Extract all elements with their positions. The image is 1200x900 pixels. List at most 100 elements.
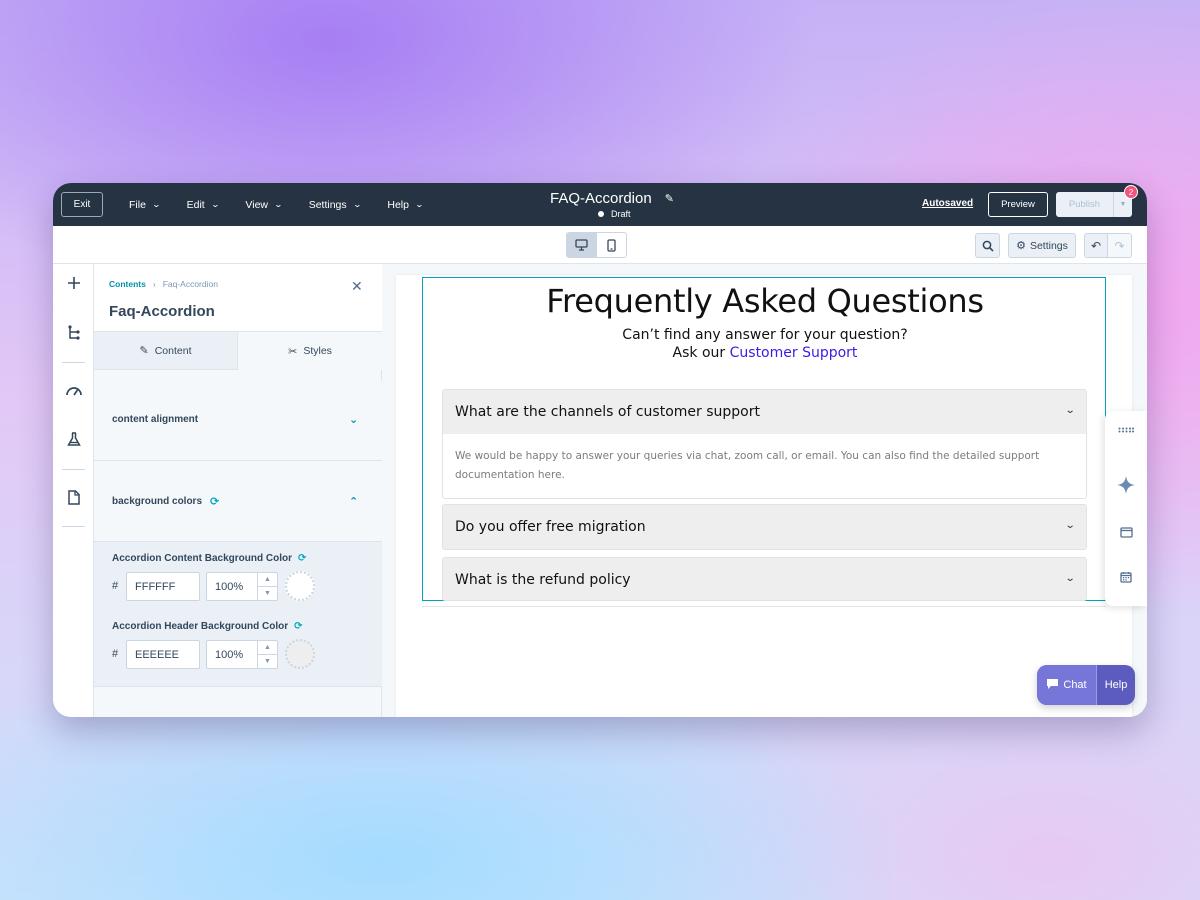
chevron-down-icon[interactable]: ▼ bbox=[258, 655, 277, 669]
preview-button[interactable]: Preview bbox=[988, 192, 1048, 217]
rail-divider bbox=[62, 362, 85, 363]
test-button[interactable] bbox=[53, 432, 94, 447]
browser-preview-button[interactable] bbox=[1105, 527, 1147, 538]
breadcrumb-current: Faq-Accordion bbox=[162, 279, 218, 289]
tab-styles[interactable]: ✂ Styles bbox=[238, 332, 382, 370]
drag-handle[interactable] bbox=[1105, 427, 1147, 433]
menu-help[interactable]: Help ⌄ bbox=[387, 199, 424, 211]
autosaved-link[interactable]: Autosaved bbox=[922, 198, 973, 209]
accordion-header[interactable]: What are the channels of customer suppor… bbox=[443, 390, 1086, 434]
opacity-stepper[interactable]: ▲ ▼ bbox=[257, 573, 277, 600]
notification-badge: 2 bbox=[1124, 185, 1138, 199]
field-label: Accordion Header Background Color ⟳ bbox=[112, 621, 303, 632]
panel-header: Contents › Faq-Accordion Faq-Accordion ✕ bbox=[94, 264, 382, 332]
chevron-right-icon: › bbox=[152, 279, 156, 289]
menu-file[interactable]: File ⌄ bbox=[129, 199, 161, 211]
faq-title: Frequently Asked Questions bbox=[546, 282, 984, 320]
publish-button-group: Publish ▼ bbox=[1056, 192, 1132, 217]
section-content-alignment[interactable]: content alignment ⌄ bbox=[94, 381, 382, 461]
breadcrumb-contents-link[interactable]: Contents bbox=[109, 279, 146, 289]
editor-window: Exit File ⌄ Edit ⌄ View ⌄ Settings ⌄ Help ⌄ F… bbox=[53, 183, 1147, 717]
accordion-item: What are the channels of customer suppor… bbox=[442, 389, 1087, 499]
chevron-up-icon: ⌃ bbox=[349, 496, 359, 508]
add-button[interactable] bbox=[53, 276, 94, 290]
pencil-icon[interactable]: ✎ bbox=[665, 192, 674, 205]
content-bg-color-swatch[interactable] bbox=[285, 571, 315, 601]
faq-accordion-module[interactable]: Frequently Asked Questions Can’t find an… bbox=[422, 277, 1106, 601]
page-button[interactable] bbox=[53, 490, 94, 505]
content-bg-hex-input[interactable]: FFFFFF bbox=[126, 572, 200, 601]
menu-view[interactable]: View ⌄ bbox=[245, 199, 284, 211]
chat-bubble-icon bbox=[1046, 678, 1059, 693]
section-background-colors[interactable]: background colors ⟳ ⌃ bbox=[94, 461, 382, 542]
chevron-down-icon: ⌄ bbox=[273, 200, 284, 209]
mobile-view-button[interactable] bbox=[596, 233, 626, 257]
faq-subtitle: Can’t find any answer for your question?… bbox=[622, 327, 908, 361]
gear-icon: ⚙ bbox=[1016, 240, 1026, 252]
redo-button[interactable]: ↷ bbox=[1108, 234, 1131, 257]
search-button[interactable] bbox=[975, 233, 1000, 258]
help-button[interactable]: Help bbox=[1096, 665, 1135, 705]
settings-button[interactable]: ⚙ Settings bbox=[1008, 233, 1076, 258]
module-panel: Contents › Faq-Accordion Faq-Accordion ✕… bbox=[94, 264, 382, 717]
content-bg-opacity-input[interactable]: 100% ▲ ▼ bbox=[206, 572, 278, 601]
chevron-down-icon: ⌄ bbox=[1064, 520, 1076, 531]
chevron-down-icon[interactable]: ▼ bbox=[258, 587, 277, 601]
rail-divider bbox=[62, 469, 85, 470]
accordion-header[interactable]: What is the refund policy ⌄ bbox=[443, 558, 1086, 600]
document-icon bbox=[67, 490, 80, 505]
redo-icon: ↷ bbox=[1114, 238, 1125, 253]
chevron-down-icon: ⌄ bbox=[1064, 405, 1076, 416]
header-bg-hex-input[interactable]: EEEEEE bbox=[126, 640, 200, 669]
plus-icon bbox=[67, 277, 80, 289]
section-label: content alignment bbox=[112, 414, 199, 425]
publish-button[interactable]: Publish bbox=[1056, 192, 1114, 217]
layers-button[interactable] bbox=[53, 325, 94, 341]
editor-toolbar: ⚙ Settings ↶ ↷ bbox=[53, 226, 1147, 264]
grip-icon bbox=[1118, 427, 1134, 433]
accordion-answer: We would be happy to answer your queries… bbox=[455, 450, 1040, 481]
search-icon bbox=[982, 240, 994, 252]
undo-redo-group: ↶ ↷ bbox=[1084, 233, 1132, 258]
sync-icon[interactable]: ⟳ bbox=[298, 553, 306, 564]
exit-button[interactable]: Exit bbox=[61, 192, 103, 217]
menu-settings[interactable]: Settings ⌄ bbox=[309, 199, 362, 211]
calendar-button[interactable] bbox=[1105, 571, 1147, 583]
tab-content[interactable]: ✎ Content bbox=[94, 332, 238, 370]
customer-support-link[interactable]: Customer Support bbox=[730, 345, 858, 361]
chat-button[interactable]: Chat bbox=[1037, 665, 1096, 705]
page-canvas: Frequently Asked Questions Can’t find an… bbox=[383, 264, 1147, 717]
menu-edit[interactable]: Edit ⌄ bbox=[187, 199, 220, 211]
menu-bar: File ⌄ Edit ⌄ View ⌄ Settings ⌄ Help ⌄ bbox=[129, 183, 450, 226]
undo-button[interactable]: ↶ bbox=[1085, 234, 1109, 257]
optimize-button[interactable] bbox=[53, 384, 94, 397]
header-bg-opacity-input[interactable]: 100% ▲ ▼ bbox=[206, 640, 278, 669]
accordion-header[interactable]: Do you offer free migration ⌄ bbox=[443, 505, 1086, 549]
header-bg-color-swatch[interactable] bbox=[285, 639, 315, 669]
sync-icon: ⟳ bbox=[210, 496, 220, 508]
chevron-up-icon[interactable]: ▲ bbox=[258, 573, 277, 587]
field-label: Accordion Content Background Color ⟳ bbox=[112, 553, 307, 564]
section-label: background colors ⟳ bbox=[112, 496, 220, 508]
chevron-down-icon: ▼ bbox=[1119, 201, 1127, 208]
close-icon[interactable]: ✕ bbox=[351, 278, 363, 295]
sync-icon[interactable]: ⟳ bbox=[294, 621, 302, 632]
chat-widget: Chat Help bbox=[1037, 665, 1135, 705]
rail-divider bbox=[62, 526, 85, 527]
desktop-view-button[interactable] bbox=[567, 233, 597, 257]
opacity-stepper[interactable]: ▲ ▼ bbox=[257, 641, 277, 668]
document-title[interactable]: FAQ-Accordion ✎ bbox=[550, 190, 674, 207]
tree-icon bbox=[67, 325, 80, 340]
floating-toolbar bbox=[1105, 411, 1147, 606]
ai-assistant-button[interactable] bbox=[1105, 475, 1147, 495]
mobile-icon bbox=[607, 238, 616, 252]
pencil-icon: ✎ bbox=[139, 345, 149, 357]
browser-icon bbox=[1119, 527, 1133, 538]
tools-icon: ✂ bbox=[288, 345, 298, 358]
calendar-icon bbox=[1120, 572, 1132, 583]
chevron-down-icon: ⌄ bbox=[151, 200, 161, 209]
chevron-up-icon[interactable]: ▲ bbox=[258, 641, 277, 655]
section-divider bbox=[422, 606, 1106, 607]
accordion-item: What is the refund policy ⌄ bbox=[442, 557, 1087, 601]
status-dot-icon bbox=[598, 211, 604, 217]
